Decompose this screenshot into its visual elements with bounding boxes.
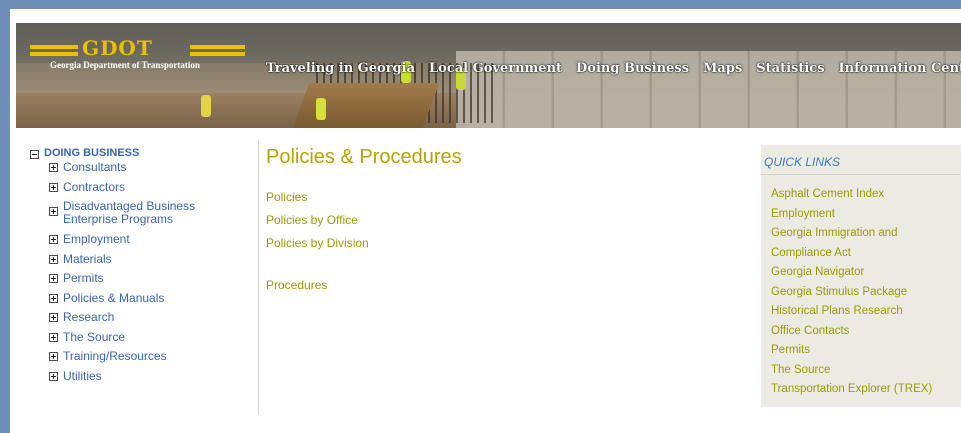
sidebar-item-contractors[interactable]: Contractors <box>49 180 260 200</box>
nav-traveling-in-georgia[interactable]: Traveling in Georgia <box>266 61 415 76</box>
gdot-logo[interactable]: GDOT Georgia Department of Transportatio… <box>30 36 245 74</box>
quick-link-office-contacts[interactable]: Office Contacts <box>771 324 961 344</box>
sidebar-item-label[interactable]: Contractors <box>63 180 125 194</box>
quick-links-heading: QUICK LINKS <box>761 145 961 175</box>
sidebar-item-label[interactable]: Permits <box>63 272 104 285</box>
quick-link-trex[interactable]: Transportation Explorer (TREX) <box>771 382 961 402</box>
plus-box-icon[interactable] <box>49 163 58 172</box>
logo-stripe <box>30 52 78 56</box>
sidebar-item-employment[interactable]: Employment <box>49 232 260 252</box>
quick-link-the-source[interactable]: The Source <box>771 363 961 383</box>
sidebar-item-label[interactable]: Disadvantaged Business Enterprise Progra… <box>63 200 213 226</box>
banner-photo-formwork <box>292 83 440 128</box>
quick-link-asphalt-cement-index[interactable]: Asphalt Cement Index <box>771 187 961 207</box>
logo-stripe <box>190 45 245 49</box>
plus-box-icon[interactable] <box>49 182 58 192</box>
sidebar-item-label[interactable]: Materials <box>63 252 112 266</box>
logo-wordmark: GDOT <box>82 36 153 60</box>
sidebar-item-label[interactable]: The Source <box>63 330 125 344</box>
plus-box-icon[interactable] <box>49 254 58 264</box>
sidebar-item-label[interactable]: Training/Resources <box>63 350 167 363</box>
nav-local-government[interactable]: Local Government <box>429 61 562 76</box>
plus-box-icon[interactable] <box>49 235 58 244</box>
sidebar-item-materials[interactable]: Materials <box>49 252 260 272</box>
banner-photo-worker <box>316 98 326 120</box>
plus-box-icon[interactable] <box>49 313 58 322</box>
quick-link-compliance-act[interactable]: Compliance Act <box>771 246 961 266</box>
sidebar-item-label[interactable]: Policies & Manuals <box>63 291 164 305</box>
nav-maps[interactable]: Maps <box>703 61 742 76</box>
sidebar-item-label[interactable]: Research <box>63 311 114 324</box>
page-title: Policies & Procedures <box>266 146 462 168</box>
logo-stripe <box>30 45 78 49</box>
plus-box-icon[interactable] <box>49 274 58 283</box>
nav-statistics[interactable]: Statistics <box>756 61 824 76</box>
sidebar-item-permits[interactable]: Permits <box>49 271 260 291</box>
link-policies-by-division[interactable]: Policies by Division <box>266 236 746 259</box>
sidebar-tree: DOING BUSINESS Consultants Contractors D… <box>30 145 260 388</box>
plus-box-icon[interactable] <box>49 332 58 342</box>
banner-photo-worker <box>201 95 211 117</box>
link-policies[interactable]: Policies <box>266 190 746 213</box>
quick-link-permits[interactable]: Permits <box>771 343 961 363</box>
plus-box-icon[interactable] <box>49 207 58 216</box>
sidebar-item-consultants[interactable]: Consultants <box>49 160 260 180</box>
quick-link-historical-plans-research[interactable]: Historical Plans Research <box>771 304 961 324</box>
quick-link-georgia-immigration[interactable]: Georgia Immigration and <box>771 226 961 246</box>
sidebar-heading-doing-business[interactable]: DOING BUSINESS <box>30 145 260 160</box>
sidebar-item-utilities[interactable]: Utilities <box>49 369 260 389</box>
link-policies-by-office[interactable]: Policies by Office <box>266 213 746 236</box>
quick-link-georgia-navigator[interactable]: Georgia Navigator <box>771 265 961 285</box>
window-frame-left <box>0 0 10 433</box>
sidebar-item-the-source[interactable]: The Source <box>49 330 260 350</box>
sidebar-item-research[interactable]: Research <box>49 310 260 330</box>
sidebar-item-label[interactable]: Utilities <box>63 369 102 383</box>
quick-link-georgia-stimulus-package[interactable]: Georgia Stimulus Package <box>771 285 961 305</box>
window-frame-top <box>0 0 961 9</box>
quick-links-panel: QUICK LINKS Asphalt Cement Index Employm… <box>761 145 961 407</box>
minus-box-icon[interactable] <box>30 149 39 159</box>
sidebar-item-dbe-programs[interactable]: Disadvantaged Business Enterprise Progra… <box>49 199 260 232</box>
plus-box-icon[interactable] <box>49 293 58 303</box>
sidebar-item-training-resources[interactable]: Training/Resources <box>49 349 260 369</box>
main-content: Policies & Procedures Policies Policies … <box>266 146 746 301</box>
plus-box-icon[interactable] <box>49 352 58 361</box>
quick-links-list: Asphalt Cement Index Employment Georgia … <box>761 175 961 402</box>
sidebar-item-label[interactable]: Employment <box>63 233 130 246</box>
plus-box-icon[interactable] <box>49 371 58 381</box>
sidebar-item-label[interactable]: Consultants <box>63 161 126 174</box>
top-navigation: Traveling in Georgia Local Government Doin… <box>266 59 961 79</box>
nav-information-center[interactable]: Information Center <box>839 61 961 76</box>
quick-link-employment[interactable]: Employment <box>771 207 961 227</box>
sidebar-heading-label: DOING BUSINESS <box>44 146 140 159</box>
logo-stripe <box>190 52 245 56</box>
sidebar-item-policies-manuals[interactable]: Policies & Manuals <box>49 291 260 311</box>
column-divider <box>258 140 259 415</box>
logo-subtitle: Georgia Department of Transportation <box>50 60 200 70</box>
nav-doing-business[interactable]: Doing Business <box>576 61 689 76</box>
link-procedures[interactable]: Procedures <box>266 278 746 301</box>
header-banner: GDOT Georgia Department of Transportatio… <box>16 23 961 128</box>
